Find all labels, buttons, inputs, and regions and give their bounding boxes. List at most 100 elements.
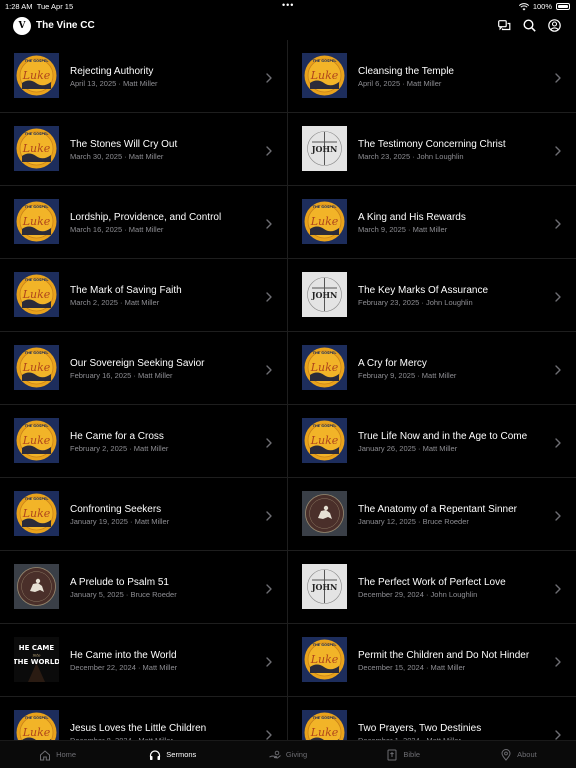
chevron-right-icon [554, 70, 562, 83]
sermon-title: The Mark of Saving Faith [70, 285, 182, 296]
art-gospel-label: THE GOSPEL [313, 59, 338, 63]
art-john-label: JOHN [311, 290, 338, 300]
sermon-artwork: THE GOSPEL Luke [14, 491, 59, 536]
sermon-date-speaker: January 12, 2025 · Bruce Roeder [358, 517, 469, 526]
chevron-right-icon [265, 581, 273, 594]
sermon-item[interactable]: THE GOSPEL Luke Confronting Seekers January… [0, 478, 288, 551]
tab-label: Home [56, 750, 77, 759]
chevron-right-icon [265, 654, 273, 667]
art-luke-label: Luke [310, 653, 339, 666]
sermon-artwork: THE GOSPEL Luke [302, 53, 347, 98]
art-luke-label: Luke [22, 434, 51, 447]
giving-hand-icon [269, 749, 281, 761]
sermon-item[interactable]: THE GOSPEL Luke True Life Now and in the A… [288, 405, 576, 478]
art-luke-label: Luke [22, 726, 51, 739]
art-gospel-label: THE GOSPEL [25, 424, 50, 428]
sermon-item[interactable]: JOHN The Perfect Work of Perfect Love Dece… [288, 551, 576, 624]
chevron-right-icon [554, 289, 562, 302]
chevron-right-icon [265, 727, 273, 740]
art-gospel-label: THE GOSPEL [313, 716, 338, 720]
church-logo-icon[interactable]: V [13, 17, 31, 35]
sermon-item[interactable]: THE GOSPEL Luke Cleansing the Temple April … [288, 40, 576, 113]
sermon-item[interactable]: JOHN The Testimony Concerning Christ March… [288, 113, 576, 186]
sermon-title: The Perfect Work of Perfect Love [358, 577, 506, 588]
sermon-date-speaker: March 2, 2025 · Matt Miller [70, 298, 160, 307]
multitask-dots-icon[interactable]: ••• [282, 0, 294, 10]
sermon-title: Confronting Seekers [70, 504, 162, 515]
sermon-artwork: THE GOSPEL Luke [302, 418, 347, 463]
sermon-title: True Life Now and in the Age to Come [358, 431, 528, 442]
chevron-right-icon [554, 654, 562, 667]
sermon-date-speaker: February 16, 2025 · Matt Miller [70, 371, 173, 380]
tab-bar: Home Sermons Giving Bible About [0, 740, 576, 768]
tab-home[interactable]: Home [0, 741, 115, 768]
sermon-item[interactable]: THE GOSPEL Luke He Came for a Cross Februar… [0, 405, 288, 478]
tab-about[interactable]: About [461, 741, 576, 768]
sermon-item[interactable]: A Prelude to Psalm 51 January 5, 2025 · B… [0, 551, 288, 624]
tab-label: Giving [285, 750, 308, 759]
sermon-artwork: THE GOSPEL Luke [14, 53, 59, 98]
sermon-title: Jesus Loves the Little Children [70, 723, 207, 734]
sermon-artwork: JOHN [302, 564, 347, 609]
chevron-right-icon [265, 143, 273, 156]
sermon-item[interactable]: THE GOSPEL Luke A King and His Rewards Marc… [288, 186, 576, 259]
sermon-title: Two Prayers, Two Destinies [358, 723, 482, 734]
sermon-item[interactable]: The Anatomy of a Repentant Sinner January… [288, 478, 576, 551]
art-world-line2: into [33, 653, 41, 658]
art-gospel-label: THE GOSPEL [313, 643, 338, 647]
app-title: The Vine CC [36, 20, 95, 31]
chevron-right-icon [554, 143, 562, 156]
account-icon[interactable] [547, 18, 562, 33]
chat-icon[interactable] [497, 18, 512, 33]
headphones-icon [149, 749, 161, 761]
sermon-date-speaker: January 19, 2025 · Matt Miller [70, 517, 170, 526]
chevron-right-icon [265, 435, 273, 448]
sermon-artwork [14, 564, 59, 609]
chevron-right-icon [554, 508, 562, 521]
sermon-item[interactable]: THE GOSPEL Luke The Stones Will Cry Out Mar… [0, 113, 288, 186]
sermon-item[interactable]: JOHN The Key Marks Of Assurance February 2… [288, 259, 576, 332]
sermon-item[interactable]: THE GOSPEL Luke A Cry for Mercy February 9,… [288, 332, 576, 405]
sermon-item[interactable]: THE GOSPEL Luke Jesus Loves the Little Chi… [0, 697, 288, 740]
art-luke-label: Luke [22, 215, 51, 228]
sermon-date-speaker: January 5, 2025 · Bruce Roeder [70, 590, 177, 599]
sermon-date-speaker: March 23, 2025 · John Loughlin [358, 152, 464, 161]
tab-giving[interactable]: Giving [230, 741, 345, 768]
chevron-right-icon [554, 727, 562, 740]
sermon-artwork: THE GOSPEL Luke [14, 126, 59, 171]
chevron-right-icon [265, 289, 273, 302]
sermon-title: A Cry for Mercy [358, 358, 427, 369]
chevron-right-icon [554, 216, 562, 229]
sermon-item[interactable]: THE GOSPEL Luke Our Sovereign Seeking Savi… [0, 332, 288, 405]
chevron-right-icon [554, 581, 562, 594]
art-gospel-label: THE GOSPEL [25, 59, 50, 63]
sermon-artwork: JOHN [302, 126, 347, 171]
art-luke-label: Luke [22, 361, 51, 374]
sermon-item[interactable]: THE GOSPEL Luke Two Prayers, Two Destinies… [288, 697, 576, 740]
sermon-artwork: THE GOSPEL Luke [14, 272, 59, 317]
art-john-label: JOHN [311, 144, 338, 154]
tab-bible[interactable]: Bible [346, 741, 461, 768]
sermon-item[interactable]: HE CAME into THE WORLD He Came into the Wor… [0, 624, 288, 697]
chevron-right-icon [265, 362, 273, 375]
sermon-date-speaker: January 26, 2025 · Matt Miller [358, 444, 458, 453]
home-icon [39, 749, 51, 761]
sermon-title: He Came for a Cross [70, 431, 164, 442]
sermon-item[interactable]: THE GOSPEL Luke Rejecting Authority April 1… [0, 40, 288, 113]
sermon-item[interactable]: THE GOSPEL Luke Permit the Children and Do… [288, 624, 576, 697]
sermon-date-speaker: February 9, 2025 · Matt Miller [358, 371, 457, 380]
sermon-artwork: THE GOSPEL Luke [302, 637, 347, 682]
sermon-artwork: THE GOSPEL Luke [14, 345, 59, 390]
status-bar: 1:28 AM Tue Apr 15 ••• 100% [0, 0, 576, 12]
tab-label: About [517, 750, 537, 759]
sermon-artwork: THE GOSPEL Luke [302, 710, 347, 740]
search-icon[interactable] [522, 18, 537, 33]
art-gospel-label: THE GOSPEL [313, 351, 338, 355]
tab-sermons[interactable]: Sermons [115, 741, 230, 768]
sermon-item[interactable]: THE GOSPEL Luke The Mark of Saving Faith Ma… [0, 259, 288, 332]
sermon-artwork: THE GOSPEL Luke [14, 199, 59, 244]
chevron-right-icon [554, 435, 562, 448]
art-gospel-label: THE GOSPEL [25, 716, 50, 720]
sermon-item[interactable]: THE GOSPEL Luke Lordship, Providence, and … [0, 186, 288, 259]
status-time: 1:28 AM Tue Apr 15 [5, 2, 74, 11]
